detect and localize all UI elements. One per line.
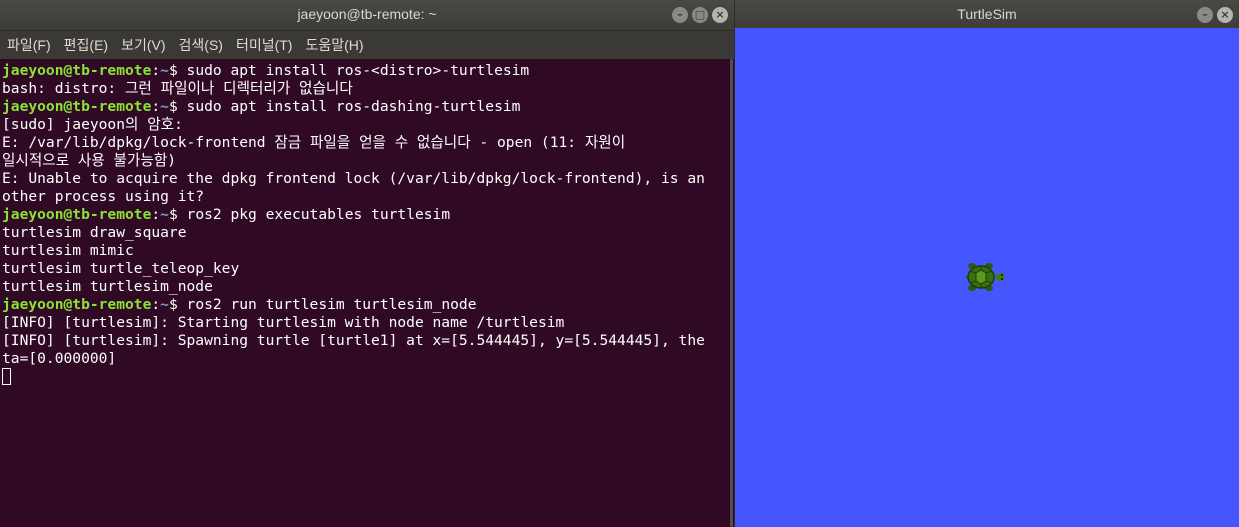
prompt-dollar: $ [168, 296, 187, 313]
terminal-line: jaeyoon@tb-remote:~$ ros2 pkg executable… [2, 206, 705, 224]
prompt-separator: : [151, 296, 161, 313]
terminal-line: [INFO] [turtlesim]: Starting turtlesim w… [2, 314, 705, 332]
prompt-dollar: $ [168, 62, 187, 79]
output-text: E: Unable to acquire the dpkg frontend l… [2, 170, 705, 187]
text-cursor [2, 368, 11, 385]
terminal-scrollbar[interactable] [729, 59, 734, 527]
close-icon[interactable]: × [1217, 7, 1233, 23]
terminal-line: E: Unable to acquire the dpkg frontend l… [2, 170, 705, 188]
terminal-menubar: 파일(F) 편집(E) 보기(V) 검색(S) 터미널(T) 도움말(H) [0, 31, 734, 59]
terminal-line: [INFO] [turtlesim]: Spawning turtle [tur… [2, 332, 705, 350]
menu-help[interactable]: 도움말(H) [298, 31, 369, 59]
turtlesim-window: TurtleSim – × [735, 0, 1239, 527]
terminal-line: jaeyoon@tb-remote:~$ sudo apt install ro… [2, 62, 705, 80]
terminal-output[interactable]: jaeyoon@tb-remote:~$ sudo apt install ro… [0, 59, 729, 527]
command-text: sudo apt install ros-<distro>-turtlesim [186, 62, 530, 79]
maximize-icon[interactable]: □ [692, 7, 708, 23]
minimize-icon[interactable]: – [672, 7, 688, 23]
terminal-line: turtlesim draw_square [2, 224, 705, 242]
turtle-icon [965, 263, 1005, 291]
output-text: turtlesim turtle_teleop_key [2, 260, 240, 277]
prompt-path: ~ [160, 296, 169, 313]
prompt-path: ~ [160, 62, 169, 79]
terminal-line: E: /var/lib/dpkg/lock-frontend 잠금 파일을 얻을… [2, 134, 705, 152]
terminal-line: ta=[0.000000] [2, 350, 705, 368]
terminal-line: other process using it? [2, 188, 705, 206]
terminal-line [2, 368, 705, 386]
menu-file[interactable]: 파일(F) [0, 31, 57, 59]
output-text: bash: distro: 그런 파일이나 디렉터리가 없습니다 [2, 80, 353, 97]
turtlesim-canvas [735, 28, 1239, 527]
terminal-line: jaeyoon@tb-remote:~$ ros2 run turtlesim … [2, 296, 705, 314]
prompt-dollar: $ [168, 206, 187, 223]
menu-terminal[interactable]: 터미널(T) [229, 31, 299, 59]
prompt-user: jaeyoon@tb-remote [2, 62, 152, 79]
output-text: [INFO] [turtlesim]: Starting turtlesim w… [2, 314, 565, 331]
terminal-line: jaeyoon@tb-remote:~$ sudo apt install ro… [2, 98, 705, 116]
output-text: turtlesim turtlesim_node [2, 278, 213, 295]
prompt-user: jaeyoon@tb-remote [2, 98, 152, 115]
terminal-line: turtlesim turtle_teleop_key [2, 260, 705, 278]
prompt-separator: : [151, 98, 161, 115]
prompt-path: ~ [160, 98, 169, 115]
prompt-separator: : [151, 206, 161, 223]
turtlesim-titlebar[interactable]: TurtleSim – × [735, 0, 1239, 31]
output-text: ta=[0.000000] [2, 350, 117, 367]
output-text: [sudo] jaeyoon의 암호: [2, 116, 183, 133]
output-text: turtlesim draw_square [2, 224, 187, 241]
prompt-separator: : [151, 62, 161, 79]
prompt-path: ~ [160, 206, 169, 223]
minimize-icon[interactable]: – [1197, 7, 1213, 23]
command-text: ros2 run turtlesim turtlesim_node [186, 296, 477, 313]
terminal-line: turtlesim turtlesim_node [2, 278, 705, 296]
turtlesim-title: TurtleSim [957, 6, 1017, 22]
terminal-line: [sudo] jaeyoon의 암호: [2, 116, 705, 134]
terminal-line: turtlesim mimic [2, 242, 705, 260]
terminal-line: 일시적으로 사용 불가능함) [2, 152, 705, 170]
prompt-dollar: $ [168, 98, 187, 115]
output-text: E: /var/lib/dpkg/lock-frontend 잠금 파일을 얻을… [2, 134, 626, 151]
output-text: other process using it? [2, 188, 205, 205]
menu-search[interactable]: 검색(S) [172, 31, 229, 59]
command-text: ros2 pkg executables turtlesim [186, 206, 451, 223]
terminal-title: jaeyoon@tb-remote: ~ [297, 6, 437, 22]
output-text: [INFO] [turtlesim]: Spawning turtle [tur… [2, 332, 705, 349]
terminal-titlebar[interactable]: jaeyoon@tb-remote: ~ – □ × [0, 0, 734, 31]
output-text: 일시적으로 사용 불가능함) [2, 152, 177, 169]
close-icon[interactable]: × [712, 7, 728, 23]
menu-view[interactable]: 보기(V) [114, 31, 171, 59]
prompt-user: jaeyoon@tb-remote [2, 296, 152, 313]
output-text: turtlesim mimic [2, 242, 134, 259]
terminal-window: jaeyoon@tb-remote: ~ – □ × 파일(F) 편집(E) 보… [0, 0, 734, 527]
menu-edit[interactable]: 편집(E) [57, 31, 114, 59]
terminal-line: bash: distro: 그런 파일이나 디렉터리가 없습니다 [2, 80, 705, 98]
command-text: sudo apt install ros-dashing-turtlesim [186, 98, 521, 115]
scrollbar-thumb[interactable] [730, 59, 733, 527]
prompt-user: jaeyoon@tb-remote [2, 206, 152, 223]
